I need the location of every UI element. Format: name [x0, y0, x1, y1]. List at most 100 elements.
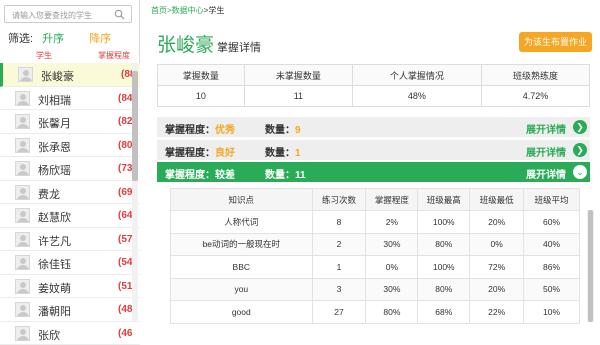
avatar-icon	[15, 185, 30, 200]
stats-header-cell: 未掌握数量	[244, 65, 352, 86]
mastery-group-poor[interactable]: 掌握程度：较差 数量：11 展开详情 ⌄	[157, 162, 590, 182]
column-header: 掌握程度	[366, 189, 418, 211]
student-name-title: 张峻豪	[157, 35, 214, 56]
student-list-item[interactable]: 费龙(69	[0, 181, 140, 205]
sidebar-scrollbar-thumb[interactable]	[132, 71, 138, 181]
table-cell: 30%	[366, 278, 418, 301]
stats-value-row: 10 11 48% 4.72%	[158, 86, 590, 107]
page-subtitle: 掌握详情	[217, 42, 261, 54]
table-cell: 68%	[418, 301, 470, 324]
student-score: (84	[118, 93, 132, 104]
search-placeholder: 请输入您要查找的学生	[12, 10, 92, 21]
student-list-item[interactable]: 姜妏萌 (51	[0, 275, 140, 299]
chevron-right-icon[interactable]: ❯	[573, 120, 587, 134]
detail-scrollbar-thumb[interactable]	[588, 210, 593, 322]
avatar-icon	[18, 67, 33, 82]
student-name: 徐佳钰	[38, 256, 71, 272]
table-cell: 80%	[418, 233, 470, 256]
page-title: 张峻豪掌握详情	[157, 30, 261, 57]
student-sidebar: 请输入您要查找的学生 筛选: 升序 降序 学生 掌握程度 张峻豪(88刘相瑞(8…	[0, 0, 140, 322]
student-name: 张峻豪	[41, 68, 74, 84]
sidebar-scrollbar[interactable]	[132, 63, 138, 322]
sort-asc-button[interactable]: 升序	[42, 33, 64, 45]
stats-header-cell: 班级熟练度	[481, 65, 589, 86]
chevron-right-icon[interactable]: ❯	[573, 143, 587, 157]
column-header: 知识点	[171, 189, 313, 211]
table-row: be动词的一般现在时230%80%0%40%	[171, 233, 580, 256]
expand-details-link[interactable]: 展开详情	[526, 166, 566, 181]
student-name: 姜妏萌	[38, 280, 71, 296]
avatar-icon	[15, 161, 30, 176]
student-name: 刘相瑞	[38, 92, 71, 108]
group-level-value: 优秀	[215, 125, 235, 136]
group-level-value: 较差	[215, 170, 235, 181]
table-cell: 40%	[524, 233, 580, 256]
student-list-item[interactable]: 张承恩(80	[0, 134, 140, 158]
table-cell: 80%	[418, 278, 470, 301]
group-level-text: 掌握程度：较差	[165, 166, 235, 181]
chevron-down-icon[interactable]: ⌄	[573, 165, 587, 179]
student-score: (48	[118, 304, 132, 315]
expand-details-link[interactable]: 展开详情	[526, 144, 566, 159]
table-cell: 1	[312, 256, 366, 279]
mastery-group-excellent[interactable]: 掌握程度：优秀 数量：9 展开详情 ❯	[157, 117, 590, 137]
main-content: 首页>数据中心>学生 张峻豪掌握详情 为该生布置作业 掌握数量 未掌握数量 个人…	[145, 0, 600, 322]
stats-value-cell: 48%	[352, 86, 481, 107]
table-row: good2780%68%22%10%	[171, 301, 580, 324]
mastery-group-good[interactable]: 掌握程度：良好 数量：1 展开详情 ❯	[157, 140, 590, 160]
expand-details-link[interactable]: 展开详情	[526, 121, 566, 136]
table-cell: 86%	[524, 256, 580, 279]
table-cell: 80%	[366, 301, 418, 324]
student-list-item[interactable]: 张峻豪(88	[0, 63, 140, 87]
table-cell: 8	[312, 211, 366, 234]
student-list-item[interactable]: 张馨月 (82	[0, 110, 140, 134]
group-count-text: 数量：1	[265, 144, 301, 159]
search-icon[interactable]	[114, 9, 125, 20]
sort-filter: 筛选: 升序 降序	[8, 30, 111, 44]
table-cell: 0%	[366, 256, 418, 279]
table-cell: 50%	[524, 278, 580, 301]
student-list-item[interactable]: 刘相瑞 (84	[0, 87, 140, 111]
stats-value-cell: 11	[244, 86, 352, 107]
group-level-text: 掌握程度：优秀	[165, 121, 235, 136]
student-list-item[interactable]: 杨欣瑶(73	[0, 157, 140, 181]
group-count-text: 数量：9	[265, 121, 301, 136]
table-row: you330%80%20%50%	[171, 278, 580, 301]
table-header-row: 知识点 练习次数 掌握程度 班级最高 班级最低 班级平均	[171, 189, 580, 211]
avatar-icon	[15, 326, 30, 341]
student-score: (69	[118, 187, 132, 198]
student-score: (46	[118, 328, 132, 339]
student-list-item[interactable]: 赵慧欣(64	[0, 204, 140, 228]
stats-header-cell: 掌握数量	[158, 65, 245, 86]
student-score: (82	[118, 116, 132, 127]
student-name: 赵慧欣	[38, 209, 71, 225]
table-cell: 100%	[418, 256, 470, 279]
table-cell: 27	[312, 301, 366, 324]
student-name: 许艺凡	[38, 233, 71, 249]
group-count-value: 9	[295, 125, 301, 136]
breadcrumb-home-link[interactable]: 首页	[151, 6, 167, 15]
student-name: 张馨月	[38, 115, 71, 131]
student-name: 杨欣瑶	[38, 162, 71, 178]
group-level-text: 掌握程度：良好	[165, 144, 235, 159]
sort-desc-button[interactable]: 降序	[89, 33, 111, 45]
student-list-item[interactable]: 许艺凡(57	[0, 228, 140, 252]
knowledge-point-table-body: 人称代词82%100%20%60%be动词的一般现在时230%80%0%40%B…	[171, 211, 580, 324]
avatar-icon	[15, 232, 30, 247]
student-list-item[interactable]: 潘朝阳(48	[0, 298, 140, 322]
group-count-value: 11	[295, 170, 306, 181]
table-cell: 30%	[366, 233, 418, 256]
student-score: (54	[118, 257, 132, 268]
student-score: (51	[118, 281, 132, 292]
assign-homework-button[interactable]: 为该生布置作业	[519, 32, 592, 52]
breadcrumb-data-center-link[interactable]: 数据中心	[172, 6, 204, 15]
detail-scrollbar[interactable]	[587, 210, 594, 322]
student-list: 张峻豪(88刘相瑞(84张馨月(82张承恩(80杨欣瑶(73费龙(69赵慧欣(6…	[0, 63, 140, 345]
student-search-input[interactable]: 请输入您要查找的学生	[4, 5, 132, 23]
student-list-item[interactable]: 徐佳钰 (54	[0, 251, 140, 275]
student-list-item[interactable]: 张欣(46	[0, 322, 140, 345]
group-level-prefix: 掌握程度：	[165, 148, 215, 159]
stats-value-cell: 10	[158, 86, 245, 107]
table-cell: 2%	[366, 211, 418, 234]
student-column-header: 学生	[36, 50, 52, 61]
